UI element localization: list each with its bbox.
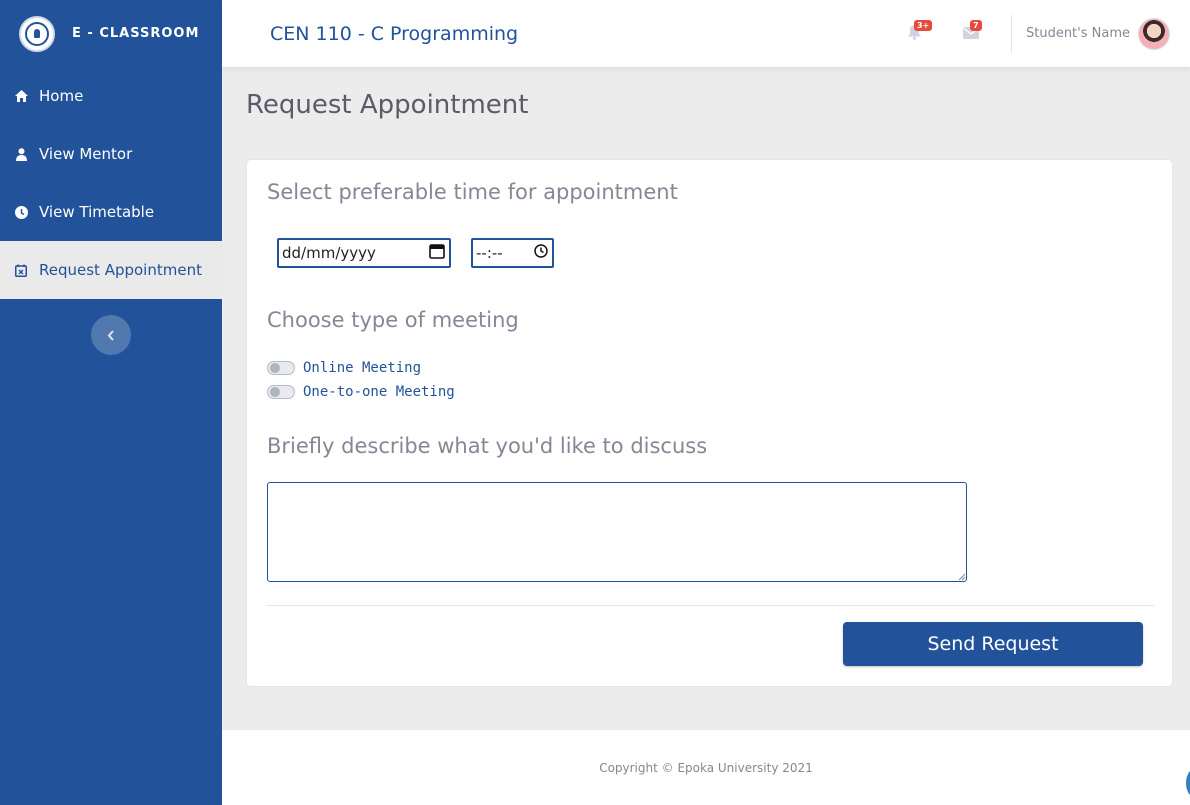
- alerts-badge: 3+: [913, 19, 933, 31]
- resize-grip-icon[interactable]: [958, 573, 966, 581]
- one-to-one-meeting-label: One-to-one Meeting: [303, 384, 455, 400]
- date-placeholder: dd/mm/yyyy: [282, 244, 376, 262]
- sidebar-item-label: Request Appointment: [39, 261, 202, 279]
- online-meeting-option[interactable]: Online Meeting: [267, 360, 421, 376]
- sidebar-nav: Home View Mentor View Timetable Request …: [0, 67, 222, 299]
- date-input[interactable]: dd/mm/yyyy: [277, 238, 451, 268]
- time-section-title: Select preferable time for appointment: [267, 180, 678, 204]
- clock-icon: [14, 205, 28, 219]
- sidebar-item-label: View Mentor: [39, 145, 133, 163]
- online-meeting-label: Online Meeting: [303, 360, 422, 376]
- describe-section-title: Briefly describe what you'd like to disc…: [267, 434, 708, 458]
- user-name: Student's Name: [1025, 26, 1130, 41]
- sidebar: E - CLASSROOM Home View Mentor View Time…: [0, 0, 222, 805]
- copyright-text: Copyright © Epoka University 2021: [599, 760, 813, 775]
- avatar: [1138, 17, 1170, 50]
- online-meeting-switch[interactable]: [267, 361, 295, 375]
- topbar: CEN 110 - C Programming 3+ 7 Student's N…: [222, 0, 1190, 67]
- messages-button[interactable]: 7: [956, 19, 986, 49]
- user-icon: [14, 147, 28, 161]
- brand-name: E - CLASSROOM: [72, 26, 200, 41]
- meeting-section-title: Choose type of meeting: [267, 308, 519, 332]
- time-input[interactable]: --:--: [471, 238, 554, 268]
- sidebar-toggle-button[interactable]: [91, 315, 131, 355]
- home-icon: [14, 89, 28, 103]
- user-menu[interactable]: Student's Name: [1025, 17, 1170, 50]
- sidebar-item-view-timetable[interactable]: View Timetable: [0, 183, 222, 241]
- topbar-actions: 3+ 7 Student's Name: [887, 0, 1190, 67]
- appointment-form-card: Select preferable time for appointment d…: [246, 159, 1173, 687]
- university-seal-icon: [19, 15, 55, 52]
- messages-badge: 7: [969, 19, 982, 31]
- topbar-divider: [1010, 14, 1012, 53]
- alerts-button[interactable]: 3+: [900, 19, 933, 49]
- one-to-one-meeting-option[interactable]: One-to-one Meeting: [267, 384, 455, 400]
- calendar-x-icon: [14, 263, 28, 277]
- course-title: CEN 110 - C Programming: [270, 22, 519, 45]
- chevron-left-icon: [107, 326, 115, 345]
- sidebar-item-label: View Timetable: [39, 203, 155, 221]
- page-title: Request Appointment: [246, 90, 529, 120]
- calendar-icon[interactable]: [429, 243, 445, 263]
- form-divider: [266, 605, 1154, 606]
- sidebar-item-label: Home: [39, 87, 84, 105]
- sidebar-item-home[interactable]: Home: [0, 67, 222, 125]
- brand[interactable]: E - CLASSROOM: [0, 0, 222, 67]
- send-request-button[interactable]: Send Request: [843, 622, 1143, 666]
- footer: Copyright © Epoka University 2021: [222, 730, 1190, 805]
- one-to-one-meeting-switch[interactable]: [267, 385, 295, 399]
- clock-picker-icon[interactable]: [534, 244, 548, 262]
- description-textarea[interactable]: [267, 482, 967, 582]
- time-placeholder: --:--: [476, 244, 503, 262]
- sidebar-item-view-mentor[interactable]: View Mentor: [0, 125, 222, 183]
- sidebar-item-request-appointment[interactable]: Request Appointment: [0, 241, 222, 299]
